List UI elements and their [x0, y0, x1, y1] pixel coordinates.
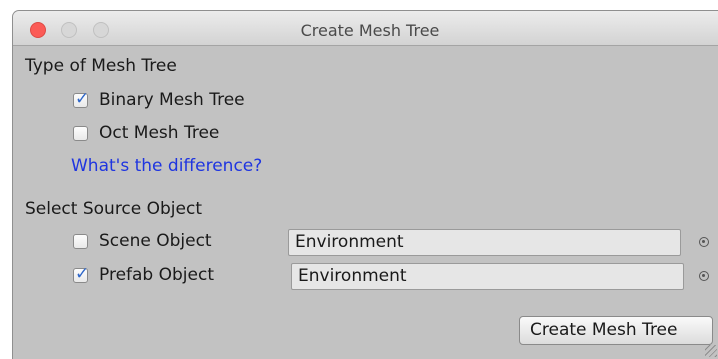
resize-grip-icon[interactable]	[705, 345, 717, 357]
object-picker-icon[interactable]	[699, 237, 709, 247]
binary-mesh-tree-label[interactable]: Binary Mesh Tree	[99, 90, 245, 110]
oct-mesh-tree-label[interactable]: Oct Mesh Tree	[99, 123, 219, 143]
type-section-heading: Type of Mesh Tree	[25, 56, 177, 76]
oct-mesh-tree-checkbox[interactable]	[73, 126, 88, 141]
binary-mesh-tree-checkbox[interactable]: ✓	[73, 89, 89, 109]
scene-object-label[interactable]: Scene Object	[99, 231, 212, 251]
create-mesh-tree-button[interactable]: Create Mesh Tree	[519, 316, 713, 345]
checkmark-icon: ✓	[75, 264, 90, 284]
prefab-object-field[interactable]: Environment	[291, 263, 684, 290]
object-picker-icon[interactable]	[699, 271, 709, 281]
whats-the-difference-link[interactable]: What's the difference?	[71, 156, 262, 176]
scene-object-checkbox[interactable]	[73, 234, 88, 249]
title-bar[interactable]: Create Mesh Tree	[13, 11, 718, 46]
prefab-object-checkbox[interactable]: ✓	[73, 264, 89, 284]
create-mesh-tree-window: Create Mesh Tree Type of Mesh Tree ✓ Bin…	[12, 10, 718, 359]
source-section-heading: Select Source Object	[25, 199, 203, 219]
prefab-object-label[interactable]: Prefab Object	[99, 265, 214, 285]
window-title: Create Mesh Tree	[300, 21, 440, 40]
scene-object-field[interactable]: Environment	[288, 229, 681, 256]
checkmark-icon: ✓	[75, 89, 90, 109]
